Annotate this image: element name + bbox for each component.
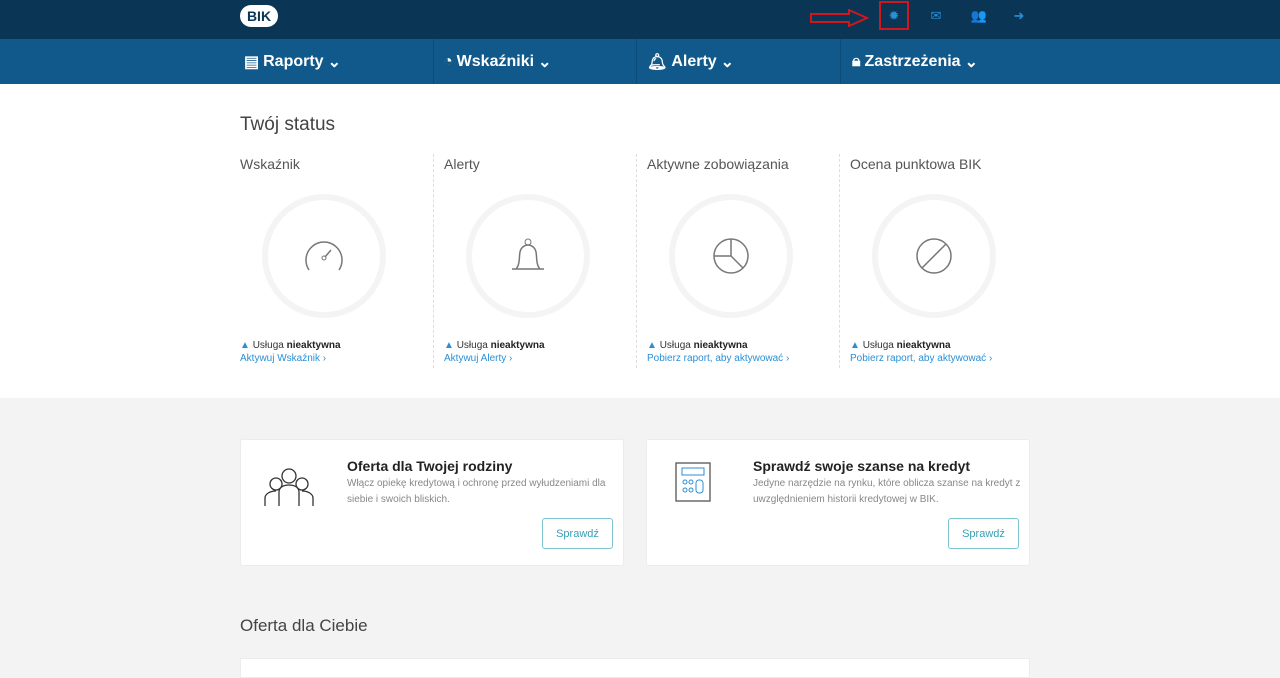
status-circle[interactable] [669,194,793,318]
chevron-down-icon: ⌄ [538,53,552,71]
status-warning: ▲ Usługa nieaktywna [850,340,951,351]
chevron-down-icon: ⌄ [720,53,735,71]
offer-card [240,658,1030,678]
status-circle[interactable] [872,194,996,318]
divider [433,39,434,84]
card-title: Sprawdź swoje szanse na kredyt [753,458,971,474]
status-warning: ▲ Usługa nieaktywna [647,340,748,351]
check-button[interactable]: Sprawdź [542,518,613,549]
red-arrow-annotation [810,9,870,27]
status-circle[interactable] [262,194,386,318]
logout-icon[interactable]: ➜ [1011,8,1027,24]
divider [840,39,841,84]
bell-icon [512,238,544,270]
status-section: Twój status Wskaźnik ▲ Usługa nieaktywna… [0,84,1280,398]
chevron-down-icon: ⌄ [964,53,978,71]
activate-link[interactable]: Aktywuj Alerty › [444,353,512,364]
lock-icon: 🔒︎ [852,52,861,70]
card-description: Włącz opiekę kredytową i ochronę przed w… [347,478,606,505]
warning-icon: ▲ [647,340,657,351]
status-warning: ▲ Usługa nieaktywna [240,340,341,351]
ban-icon [916,238,952,274]
users-icon[interactable]: 👥 [969,8,989,24]
card-description: Jedyne narzędzie na rynku, które oblicza… [753,478,1021,505]
status-title: Twój status [240,114,336,135]
download-report-link[interactable]: Pobierz raport, aby aktywować › [850,353,992,364]
warning-icon: ▲ [240,340,250,351]
warning-icon: ▲ [444,340,454,351]
card-title: Oferta dla Twojej rodziny [347,458,513,474]
check-button[interactable]: Sprawdź [948,518,1019,549]
pie-icon [713,238,749,274]
document-icon: ▤ [244,53,260,71]
credit-chance-card: Sprawdź swoje szanse na kredyt Jedyne na… [646,439,1030,566]
family-icon [264,468,314,506]
warning-icon: ▲ [850,340,860,351]
offer-title: Oferta dla Ciebie [240,616,368,635]
nav-wskazniki[interactable]: ◔ Wskaźniki ⌄ [443,39,551,84]
family-offer-card: Oferta dla Twojej rodziny Włącz opiekę k… [240,439,624,566]
status-wskaznik: Wskaźnik ▲ Usługa nieaktywna Aktywuj Wsk… [240,154,443,368]
status-zobowiazania: Aktywne zobowiązania ▲ Usługa nieaktywna… [636,154,839,368]
column-title: Ocena punktowa BIK [850,156,982,172]
column-title: Wskaźnik [240,156,300,172]
column-title: Alerty [444,156,480,172]
activate-link[interactable]: Aktywuj Wskaźnik › [240,353,326,364]
gauge-icon [305,241,343,271]
nav-raporty[interactable]: ▤ Raporty ⌄ [244,39,341,84]
download-report-link[interactable]: Pobierz raport, aby aktywować › [647,353,789,364]
settings-icon[interactable]: ✹ [886,8,902,24]
nav-zastrzezenia[interactable]: 🔒︎ Zastrzeżenia ⌄ [852,39,978,84]
top-bar: BIK ✹ ✉ 👥 ➜ [0,0,1280,39]
status-circle[interactable] [466,194,590,318]
mail-icon[interactable]: ✉ [928,8,944,24]
gauge-icon: ◔ [443,52,453,70]
status-warning: ▲ Usługa nieaktywna [444,340,545,351]
column-title: Aktywne zobowiązania [647,156,789,172]
bell-icon: 🔔︎ [647,53,668,71]
chevron-down-icon: ⌄ [327,53,341,71]
status-ocena: Ocena punktowa BIK ▲ Usługa nieaktywna P… [839,154,1042,368]
status-alerty: Alerty ▲ Usługa nieaktywna Aktywuj Alert… [433,154,636,368]
divider [636,39,637,84]
calculator-icon [675,462,711,502]
nav-alerty[interactable]: 🔔︎ Alerty ⌄ [647,39,734,84]
bik-logo[interactable]: BIK [240,5,278,27]
main-nav: ▤ Raporty ⌄ ◔ Wskaźniki ⌄ 🔔︎ Alerty ⌄ 🔒︎ Zastrz… [0,39,1280,84]
